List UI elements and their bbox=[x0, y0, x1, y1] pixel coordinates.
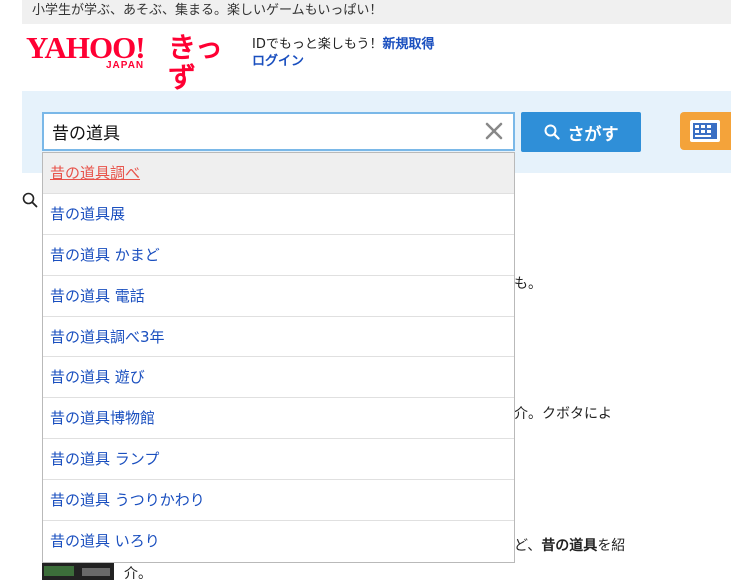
suggestion-item[interactable]: 昔の道具 うつりかわり bbox=[43, 480, 514, 522]
logo-yahoo-text: YAHOO! bbox=[26, 30, 146, 65]
suggestion-item[interactable]: 昔の道具展 bbox=[43, 194, 514, 235]
logo-japan-text: JAPAN bbox=[106, 60, 145, 71]
result-text-fragment: 介。クボタによ bbox=[514, 406, 612, 422]
suggestion-item[interactable]: 昔の道具 かまど bbox=[43, 235, 514, 276]
search-box bbox=[42, 112, 515, 151]
search-button[interactable]: さがす bbox=[521, 112, 641, 152]
register-link[interactable]: 新規取得 bbox=[382, 37, 434, 52]
logo-kids-text: きっず bbox=[168, 31, 223, 94]
result-text-suffix: を紹 bbox=[597, 538, 626, 554]
clear-icon[interactable] bbox=[483, 120, 505, 142]
login-link[interactable]: ログイン bbox=[252, 54, 304, 69]
result-text-bold: 昔の道具 bbox=[541, 538, 598, 554]
search-button-label: さがす bbox=[567, 124, 619, 145]
suggestion-item[interactable]: 昔の道具博物館 bbox=[43, 398, 514, 440]
suggestion-item[interactable]: 昔の道具 ランプ bbox=[43, 439, 514, 481]
result-text-prefix: ど、 bbox=[514, 538, 542, 554]
result-text-fragment: ど、昔の道具を紹 bbox=[514, 535, 625, 555]
suggestion-item[interactable]: 昔の道具 いろり bbox=[43, 521, 514, 562]
id-promo-text: IDでもっと楽しもう！ bbox=[252, 37, 383, 52]
result-search-icon bbox=[22, 192, 38, 212]
suggestion-item[interactable]: 昔の道具調べ bbox=[43, 153, 514, 194]
suggestion-item[interactable]: 昔の道具調べ3年 bbox=[43, 317, 514, 358]
search-icon bbox=[544, 124, 560, 140]
suggestion-item[interactable]: 昔の道具 電話 bbox=[43, 276, 514, 317]
tagline-text: 小学生が学ぶ、あそぶ、集まる。楽しいゲームもいっぱい！ bbox=[32, 3, 383, 18]
suggestion-dropdown: 昔の道具調べ 昔の道具展 昔の道具 かまど 昔の道具 電話 昔の道具調べ3年 昔… bbox=[42, 152, 515, 563]
calculator-button[interactable] bbox=[680, 112, 731, 150]
suggestion-item[interactable]: 昔の道具 遊び bbox=[43, 357, 514, 399]
calculator-icon bbox=[690, 120, 720, 142]
result-text-fragment: も。 bbox=[514, 276, 542, 292]
tagline-bar: 小学生が学ぶ、あそぶ、集まる。楽しいゲームもいっぱい！ bbox=[22, 0, 731, 24]
result-text-fragment: 介。 bbox=[124, 566, 152, 582]
yahoo-kids-logo[interactable]: YAHOO! JAPAN きっず bbox=[26, 30, 246, 93]
search-input[interactable] bbox=[44, 114, 474, 149]
result-thumbnail[interactable] bbox=[42, 562, 114, 580]
id-promo: IDでもっと楽しもう！新規取得 ログイン bbox=[252, 36, 434, 70]
